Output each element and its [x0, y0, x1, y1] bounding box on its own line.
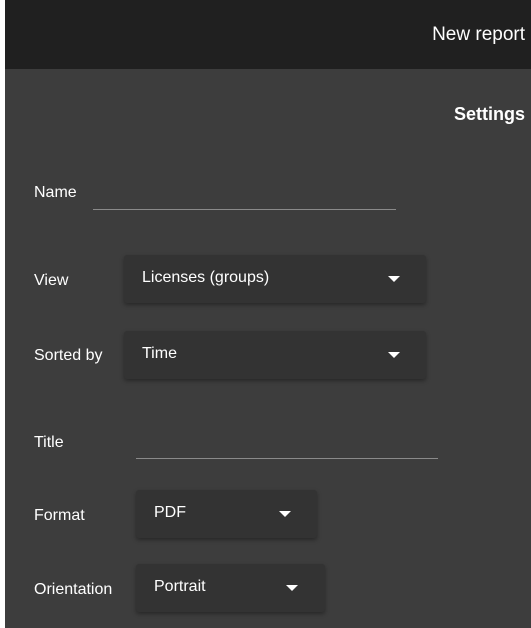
format-label: Format: [34, 507, 85, 524]
orientation-label: Orientation: [34, 581, 113, 598]
orientation-select-value: Portrait: [154, 578, 206, 595]
settings-heading: Settings: [453, 104, 525, 124]
title-label: Title: [34, 434, 64, 451]
orientation-select[interactable]: Portrait: [136, 564, 325, 612]
format-select[interactable]: PDF: [136, 490, 317, 538]
title-input[interactable]: [136, 432, 438, 459]
view-label: View: [34, 272, 69, 289]
name-input[interactable]: [93, 183, 396, 210]
sorted-by-select[interactable]: Time: [124, 331, 426, 379]
page-title: New report: [432, 24, 525, 45]
name-label: Name: [34, 184, 77, 201]
chevron-down-icon: [279, 511, 291, 517]
chevron-down-icon: [286, 585, 298, 591]
format-select-value: PDF: [154, 504, 186, 521]
sorted-by-label: Sorted by: [34, 347, 103, 364]
top-bar: New report: [5, 0, 531, 69]
sorted-by-select-value: Time: [142, 345, 177, 362]
report-panel: New report Settings Name View Licenses (…: [5, 0, 531, 628]
chevron-down-icon: [388, 352, 400, 358]
chevron-down-icon: [388, 276, 400, 282]
view-select-value: Licenses (groups): [142, 269, 270, 286]
view-select[interactable]: Licenses (groups): [124, 255, 426, 303]
